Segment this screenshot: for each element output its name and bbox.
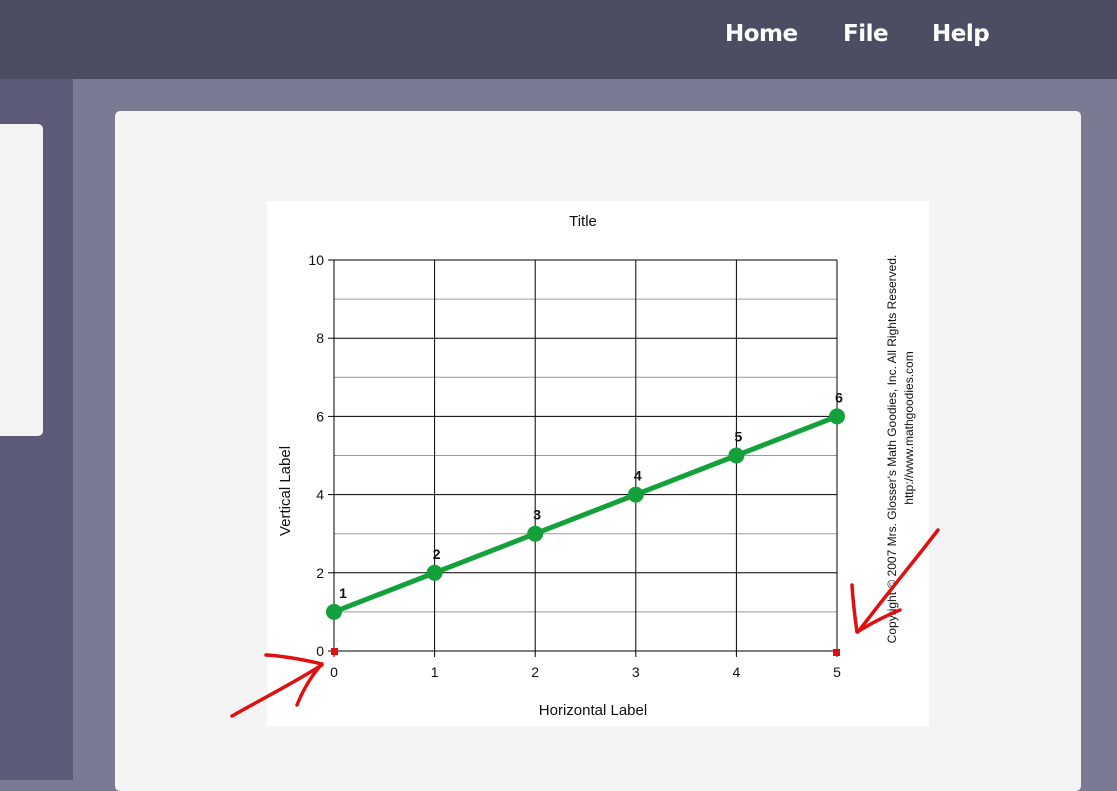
y-tick-label: 10 [308,252,324,268]
main-menu: Home File Help [0,21,1117,51]
data-point [728,447,745,464]
data-point [829,408,845,425]
copyright-url: http://www.mathgoodies.com [902,351,916,504]
x-tick-label: 1 [431,664,439,680]
x-tick-label: 3 [632,664,640,680]
data-label: 4 [634,468,642,484]
x-tick-label: 4 [733,664,741,680]
copyright-text: Copyright © 2007 Mrs. Glosser's Math Goo… [885,255,899,644]
y-axis-label: Vertical Label [277,446,294,536]
data-point [326,603,342,620]
y-tick-label: 0 [316,643,324,659]
chart-title: Title [569,213,597,230]
y-tick-label: 4 [316,487,324,503]
data-point [527,525,544,542]
data-label: 2 [433,546,441,562]
data-label: 5 [735,429,743,445]
y-tick-label: 6 [316,408,324,424]
x-axis-label: Horizontal Label [539,702,647,719]
nav-home[interactable]: Home [725,21,798,47]
side-panel [0,124,43,436]
data-point [627,486,644,503]
data-point [426,564,443,581]
x-tick-label: 0 [330,664,338,680]
top-navigation-bar: Home File Help [0,0,1117,79]
x-tick-label: 5 [833,664,841,680]
nav-file[interactable]: File [843,21,889,47]
chart-background [267,201,929,726]
nav-help[interactable]: Help [932,21,990,47]
line-chart: 02468100 1 2 3 4 5 123456 Title Horizontal La… [267,201,929,726]
x-tick-label: 2 [531,664,539,680]
y-tick-label: 2 [316,565,324,581]
y-tick-label: 8 [316,330,324,346]
data-label: 3 [533,507,541,523]
data-label: 1 [339,585,347,601]
data-label: 6 [835,389,843,405]
